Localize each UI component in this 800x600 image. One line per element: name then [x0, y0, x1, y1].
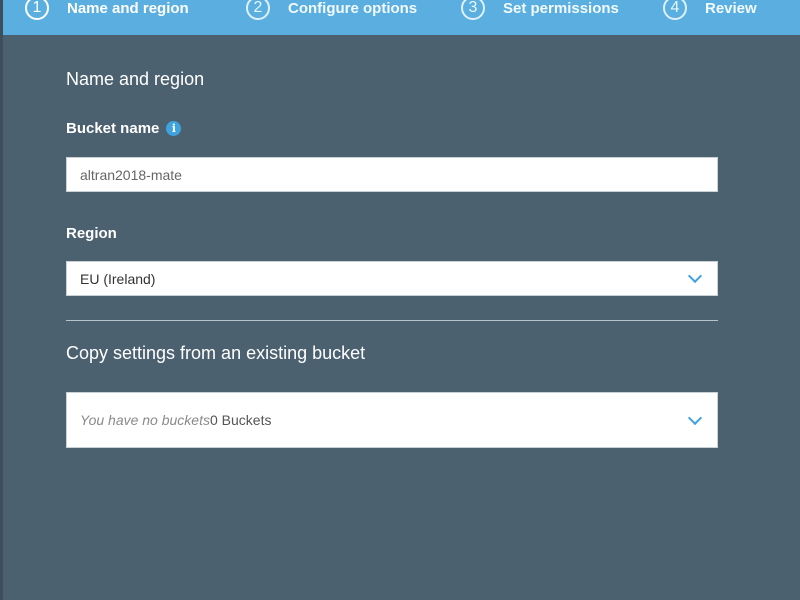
- bucket-name-label-text: Bucket name: [66, 120, 160, 137]
- bucket-name-label: Bucket name i: [66, 120, 182, 137]
- bucket-count: 0 Buckets: [210, 412, 272, 428]
- step-label: Review: [705, 0, 757, 17]
- wizard-steps-header: 1 Name and region 2 Configure options 3 …: [3, 0, 800, 35]
- copy-settings-placeholder: You have no buckets: [80, 412, 210, 428]
- step-label: Name and region: [67, 0, 189, 17]
- region-label: Region: [66, 225, 117, 242]
- info-icon[interactable]: i: [166, 121, 182, 136]
- step-label: Configure options: [288, 0, 418, 17]
- chevron-down-icon[interactable]: [687, 268, 703, 284]
- step-configure-options[interactable]: 2 Configure options: [246, 0, 417, 25]
- step-name-and-region[interactable]: 1 Name and region: [25, 0, 189, 25]
- chevron-down-icon[interactable]: [687, 410, 703, 425]
- step-label: Set permissions: [503, 0, 619, 17]
- bucket-name-input[interactable]: [66, 157, 718, 192]
- region-label-text: Region: [66, 225, 117, 242]
- window-edge: [0, 0, 3, 600]
- step-number: 3: [461, 0, 485, 20]
- copy-settings-select[interactable]: You have no buckets0 Buckets: [66, 392, 718, 448]
- step-number: 1: [25, 0, 49, 20]
- region-selected-value: EU (Ireland): [80, 270, 156, 287]
- copy-settings-title: Copy settings from an existing bucket: [66, 343, 366, 363]
- step-set-permissions[interactable]: 3 Set permissions: [461, 0, 619, 25]
- region-select[interactable]: EU (Ireland): [66, 261, 718, 296]
- step-number: 4: [663, 0, 687, 20]
- section-divider: [66, 320, 718, 321]
- create-bucket-dialog: 1 Name and region 2 Configure options 3 …: [0, 0, 800, 600]
- step-number: 2: [246, 0, 270, 20]
- step-review[interactable]: 4 Review: [663, 0, 757, 25]
- section-title: Name and region: [66, 69, 205, 89]
- copy-settings-value: You have no buckets0 Buckets: [80, 412, 690, 428]
